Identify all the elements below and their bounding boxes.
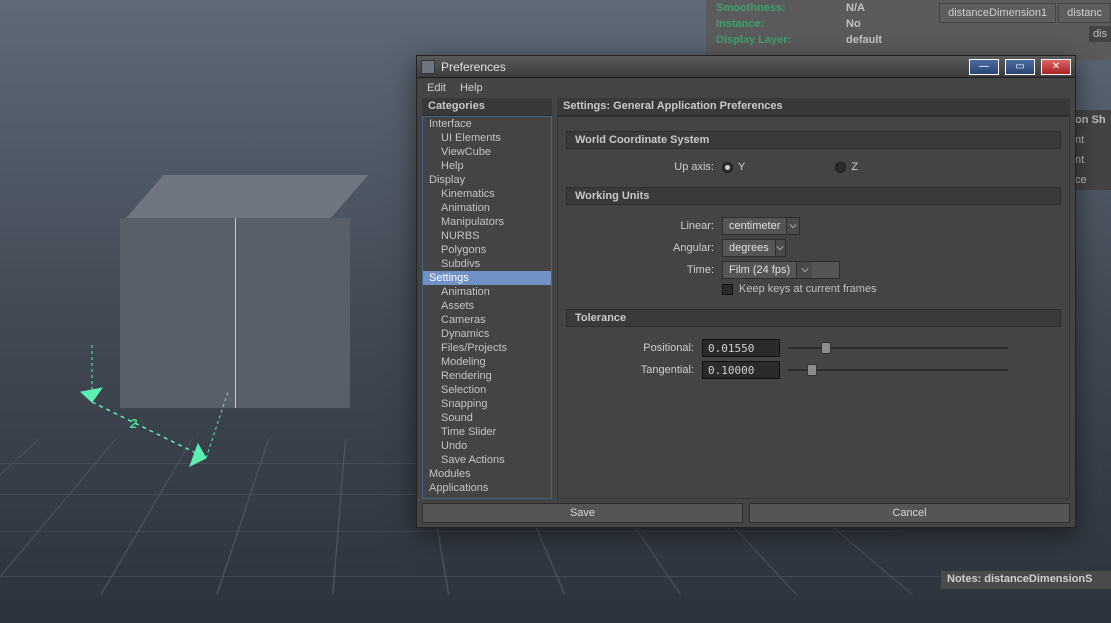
attr-label: Instance: xyxy=(716,18,836,30)
time-value: Film (24 fps) xyxy=(723,264,796,276)
tree-item-dynamics[interactable]: Dynamics xyxy=(423,327,551,341)
right-header: on Sh xyxy=(1071,110,1111,130)
positional-input[interactable]: 0.01550 xyxy=(702,339,780,357)
right-panel-sliver: on Sh nt nt ce xyxy=(1071,110,1111,190)
section-tolerance: Tolerance xyxy=(566,309,1061,327)
attr-suffix: dis xyxy=(1089,26,1111,42)
tree-item-selection[interactable]: Selection xyxy=(423,383,551,397)
menu-edit[interactable]: Edit xyxy=(427,82,446,94)
window-title: Preferences xyxy=(441,60,506,74)
positional-slider[interactable] xyxy=(788,341,1008,355)
keep-keys-label: Keep keys at current frames xyxy=(739,283,877,295)
tree-item-modeling[interactable]: Modeling xyxy=(423,355,551,369)
chevron-down-icon xyxy=(786,218,799,234)
attr-label: Display Layer: xyxy=(716,34,836,46)
tree-item-assets[interactable]: Assets xyxy=(423,299,551,313)
notes-field[interactable]: Notes: distanceDimensionS xyxy=(941,571,1111,589)
cube-edge xyxy=(235,218,236,408)
settings-header: Settings: General Application Preference… xyxy=(557,98,1070,116)
attr-value: No xyxy=(846,18,861,30)
attr-tabs: distanceDimension1 distanc xyxy=(939,3,1111,23)
tree-item-display[interactable]: Display xyxy=(423,173,551,187)
radio-label-z: Z xyxy=(851,161,858,173)
tree-item-settings[interactable]: Settings xyxy=(423,271,551,285)
tree-item-snapping[interactable]: Snapping xyxy=(423,397,551,411)
tree-item-subdivs[interactable]: Subdivs xyxy=(423,257,551,271)
tree-item-applications[interactable]: Applications xyxy=(423,481,551,495)
radio-label-y: Y xyxy=(738,161,745,173)
tangential-label: Tangential: xyxy=(576,364,702,376)
menu-help[interactable]: Help xyxy=(460,82,483,94)
tree-item-sound[interactable]: Sound xyxy=(423,411,551,425)
attr-value: N/A xyxy=(846,2,865,14)
tree-item-animation[interactable]: Animation xyxy=(423,201,551,215)
tree-item-help[interactable]: Help xyxy=(423,159,551,173)
cancel-button[interactable]: Cancel xyxy=(749,503,1070,523)
tab-distance2[interactable]: distanc xyxy=(1058,3,1111,23)
keep-keys-checkbox[interactable] xyxy=(722,284,733,295)
right-label: nt xyxy=(1071,130,1111,150)
save-button[interactable]: Save xyxy=(422,503,743,523)
positional-label: Positional: xyxy=(576,342,702,354)
radio-upaxis-z[interactable] xyxy=(835,162,846,173)
angular-dropdown[interactable]: degrees xyxy=(722,239,786,257)
angular-value: degrees xyxy=(723,242,775,254)
time-dropdown[interactable]: Film (24 fps) xyxy=(722,261,840,279)
titlebar[interactable]: Preferences — ▭ ✕ xyxy=(417,56,1075,78)
preferences-dialog: Preferences — ▭ ✕ Edit Help Categories I… xyxy=(416,55,1076,528)
section-world: World Coordinate System xyxy=(566,131,1061,149)
tab-distance1[interactable]: distanceDimension1 xyxy=(939,3,1056,23)
close-button[interactable]: ✕ xyxy=(1041,59,1071,75)
upaxis-label: Up axis: xyxy=(576,161,722,173)
settings-body: World Coordinate System Up axis: Y Z Wor… xyxy=(557,116,1070,499)
attr-value: default xyxy=(846,34,882,46)
maximize-button[interactable]: ▭ xyxy=(1005,59,1035,75)
tree-item-undo[interactable]: Undo xyxy=(423,439,551,453)
minimize-button[interactable]: — xyxy=(969,59,999,75)
categories-tree[interactable]: InterfaceUI ElementsViewCubeHelpDisplayK… xyxy=(422,116,552,499)
tree-item-manipulators[interactable]: Manipulators xyxy=(423,215,551,229)
linear-dropdown[interactable]: centimeter xyxy=(722,217,800,235)
linear-label: Linear: xyxy=(576,220,722,232)
categories-header: Categories xyxy=(422,98,552,116)
linear-value: centimeter xyxy=(723,220,786,232)
section-units: Working Units xyxy=(566,187,1061,205)
right-label: nt xyxy=(1071,150,1111,170)
radio-upaxis-y[interactable] xyxy=(722,162,733,173)
distance-label: 2 xyxy=(130,416,137,431)
time-label: Time: xyxy=(576,264,722,276)
tangential-slider[interactable] xyxy=(788,363,1008,377)
tree-item-polygons[interactable]: Polygons xyxy=(423,243,551,257)
tree-item-modules[interactable]: Modules xyxy=(423,467,551,481)
tree-item-save-actions[interactable]: Save Actions xyxy=(423,453,551,467)
tree-item-rendering[interactable]: Rendering xyxy=(423,369,551,383)
tangential-input[interactable]: 0.10000 xyxy=(702,361,780,379)
chevron-down-icon xyxy=(775,240,785,256)
tree-item-animation[interactable]: Animation xyxy=(423,285,551,299)
app-icon xyxy=(421,60,435,74)
menubar: Edit Help xyxy=(417,78,1075,98)
right-label: ce xyxy=(1071,170,1111,190)
attr-label: Smoothness: xyxy=(716,2,836,14)
chevron-down-icon xyxy=(796,262,812,278)
tree-item-time-slider[interactable]: Time Slider xyxy=(423,425,551,439)
cube-primitive[interactable] xyxy=(120,175,350,405)
tree-item-cameras[interactable]: Cameras xyxy=(423,313,551,327)
tree-item-ui-elements[interactable]: UI Elements xyxy=(423,131,551,145)
angular-label: Angular: xyxy=(576,242,722,254)
tree-item-files-projects[interactable]: Files/Projects xyxy=(423,341,551,355)
tree-item-kinematics[interactable]: Kinematics xyxy=(423,187,551,201)
tree-item-viewcube[interactable]: ViewCube xyxy=(423,145,551,159)
tree-item-interface[interactable]: Interface xyxy=(423,117,551,131)
tree-item-nurbs[interactable]: NURBS xyxy=(423,229,551,243)
